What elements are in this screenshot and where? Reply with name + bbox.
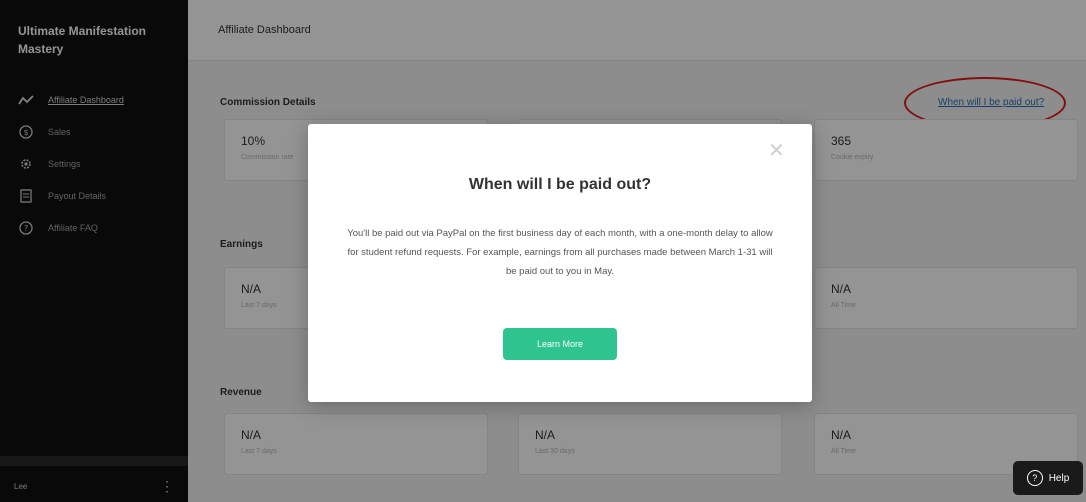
learn-more-button[interactable]: Learn More xyxy=(503,328,617,360)
modal-heading: When will I be paid out? xyxy=(468,176,652,193)
close-icon[interactable]: ✕ xyxy=(768,138,785,163)
modal-body-text: You'll be paid out via PayPal on the fir… xyxy=(347,228,773,277)
question-icon: ? xyxy=(1026,470,1043,486)
payout-info-modal: ✕ When will I be paid out? You'll be pai… xyxy=(308,124,812,402)
help-button[interactable]: ? Help xyxy=(1013,461,1083,495)
help-label: Help xyxy=(1048,472,1070,484)
